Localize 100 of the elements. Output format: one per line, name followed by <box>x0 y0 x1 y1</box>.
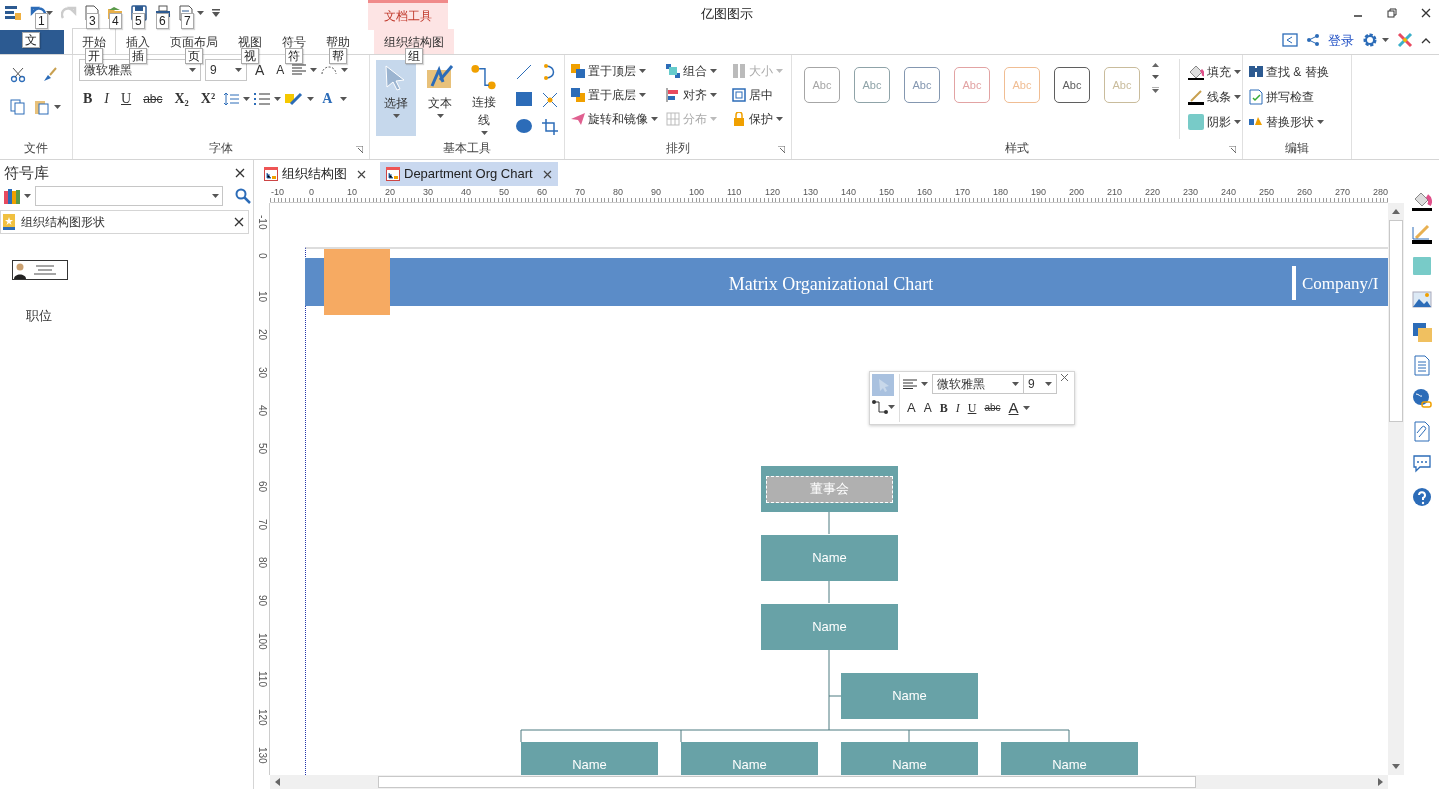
caret-icon[interactable] <box>274 97 282 101</box>
shrink-font-button[interactable]: A <box>919 398 936 418</box>
underline-button[interactable]: U <box>963 398 981 418</box>
arrange-button[interactable]: 居中 <box>732 83 788 107</box>
horizontal-scrollbar[interactable] <box>270 775 1388 789</box>
search-icon[interactable] <box>235 188 251 204</box>
scroll-down-icon[interactable] <box>1392 764 1400 769</box>
rectangle-icon[interactable] <box>516 91 532 106</box>
caret-icon[interactable] <box>651 117 658 121</box>
cross-point-icon[interactable] <box>542 91 558 108</box>
grow-font-button[interactable]: A <box>903 398 920 418</box>
login-link[interactable]: 登录 <box>1328 30 1354 50</box>
caret-icon[interactable] <box>340 97 348 101</box>
caret-icon[interactable] <box>24 194 31 198</box>
align-icon[interactable] <box>903 379 917 389</box>
font-color-button[interactable]: A <box>1004 398 1023 418</box>
arrange-button[interactable]: 保护 <box>732 107 788 131</box>
arrange-button[interactable]: 置于底层 <box>571 83 666 107</box>
caret-icon[interactable] <box>54 105 61 109</box>
font-color-button[interactable]: A <box>318 89 337 109</box>
help-icon[interactable] <box>1411 487 1432 508</box>
arrange-button[interactable]: 置于顶层 <box>571 59 666 83</box>
caret-icon[interactable] <box>436 114 444 118</box>
caret-icon[interactable] <box>46 11 53 15</box>
pencil-icon[interactable] <box>1411 223 1432 244</box>
share-icon[interactable] <box>1306 33 1320 48</box>
search-field[interactable] <box>35 186 223 206</box>
chat-icon[interactable] <box>1411 454 1432 475</box>
scroll-up-icon[interactable] <box>1152 63 1159 67</box>
attachment-icon[interactable] <box>1411 421 1432 442</box>
tool-button[interactable]: 选择 <box>376 60 416 136</box>
caret-icon[interactable] <box>1234 94 1241 99</box>
style-swatch[interactable]: Abc <box>1054 67 1090 103</box>
font-size-dropdown[interactable]: 9 <box>205 59 247 81</box>
italic-button[interactable]: I <box>100 89 113 109</box>
copy-icon[interactable] <box>10 99 26 115</box>
arrange-button[interactable]: 对齐 <box>666 83 732 107</box>
crop-icon[interactable] <box>542 119 558 136</box>
close-icon[interactable] <box>542 169 552 179</box>
tool-button[interactable]: 文本 <box>420 60 460 136</box>
layers-icon[interactable] <box>1411 322 1432 343</box>
bullet-list-icon[interactable] <box>254 92 271 106</box>
position-shape-drawing[interactable] <box>12 260 68 280</box>
edit-button[interactable]: 拼写检查 <box>1249 84 1314 109</box>
document-tab[interactable]: 组织结构图 <box>258 162 372 186</box>
collapse-icon[interactable] <box>1421 36 1431 45</box>
italic-button[interactable]: I <box>951 398 964 418</box>
strikethrough-button[interactable]: abc <box>980 398 1005 418</box>
caret-icon[interactable] <box>235 68 242 72</box>
customize-icon[interactable] <box>212 9 220 17</box>
caret-icon[interactable] <box>189 68 196 72</box>
caret-icon[interactable] <box>888 405 895 409</box>
edit-button[interactable]: 查找 & 替换 <box>1249 59 1329 84</box>
gear-icon[interactable] <box>1362 32 1378 49</box>
arrange-button[interactable]: 组合 <box>666 59 732 83</box>
font-dropdown[interactable]: 微软雅黑 <box>932 374 1024 394</box>
books-icon[interactable] <box>4 188 20 204</box>
library-section[interactable]: 组织结构图形状 <box>0 210 249 234</box>
arrange-button[interactable]: 旋转和镜像 <box>571 107 666 131</box>
vertical-scrollbar[interactable] <box>1388 203 1404 775</box>
dialog-launcher-icon[interactable] <box>1229 146 1236 153</box>
close-icon[interactable] <box>1421 8 1431 18</box>
caret-icon[interactable] <box>639 93 646 97</box>
clipboard-icon[interactable] <box>34 99 50 115</box>
scroll-right-icon[interactable] <box>1378 778 1383 786</box>
close-icon[interactable] <box>357 169 366 179</box>
caret-icon[interactable] <box>243 97 251 101</box>
connector-icon[interactable] <box>872 400 888 414</box>
font-size-dropdown[interactable]: 9 <box>1023 374 1057 394</box>
bold-button[interactable]: B <box>935 398 952 418</box>
style-menu-button[interactable]: 填充 <box>1188 59 1241 84</box>
caret-icon[interactable] <box>921 382 928 386</box>
more-icon[interactable] <box>1152 87 1159 93</box>
style-menu-button[interactable]: 阴影 <box>1188 109 1241 134</box>
edit-button[interactable]: 替换形状 <box>1249 109 1324 134</box>
bold-button[interactable]: B <box>79 89 97 109</box>
ellipse-icon[interactable] <box>516 119 532 134</box>
caret-icon[interactable] <box>1317 119 1324 124</box>
scrollbar-thumb[interactable] <box>378 776 1196 788</box>
tool-button[interactable]: 连接线 <box>464 60 504 136</box>
caret-icon[interactable] <box>307 97 315 101</box>
caret-icon[interactable] <box>1234 119 1241 124</box>
close-icon[interactable] <box>235 168 245 178</box>
shape-label[interactable]: 职位 <box>26 306 80 326</box>
caret-icon[interactable] <box>1045 382 1052 386</box>
caret-icon[interactable] <box>197 11 204 15</box>
caret-icon[interactable] <box>1012 382 1019 386</box>
style-menu-button[interactable]: 线条 <box>1188 84 1241 109</box>
restore-icon[interactable] <box>1387 8 1397 18</box>
cross-logo-icon[interactable] <box>1397 32 1413 49</box>
caret-icon[interactable] <box>1234 69 1241 74</box>
caret-icon[interactable] <box>1152 75 1159 79</box>
superscript-button[interactable]: X² <box>196 89 220 109</box>
caret-icon[interactable] <box>710 69 717 73</box>
line-icon[interactable] <box>516 64 532 80</box>
underline-button[interactable]: U <box>117 89 136 109</box>
brush-icon[interactable] <box>42 67 58 83</box>
caret-icon[interactable] <box>776 117 783 121</box>
scroll-up-icon[interactable] <box>1392 209 1400 214</box>
caret-icon[interactable] <box>1382 38 1389 43</box>
